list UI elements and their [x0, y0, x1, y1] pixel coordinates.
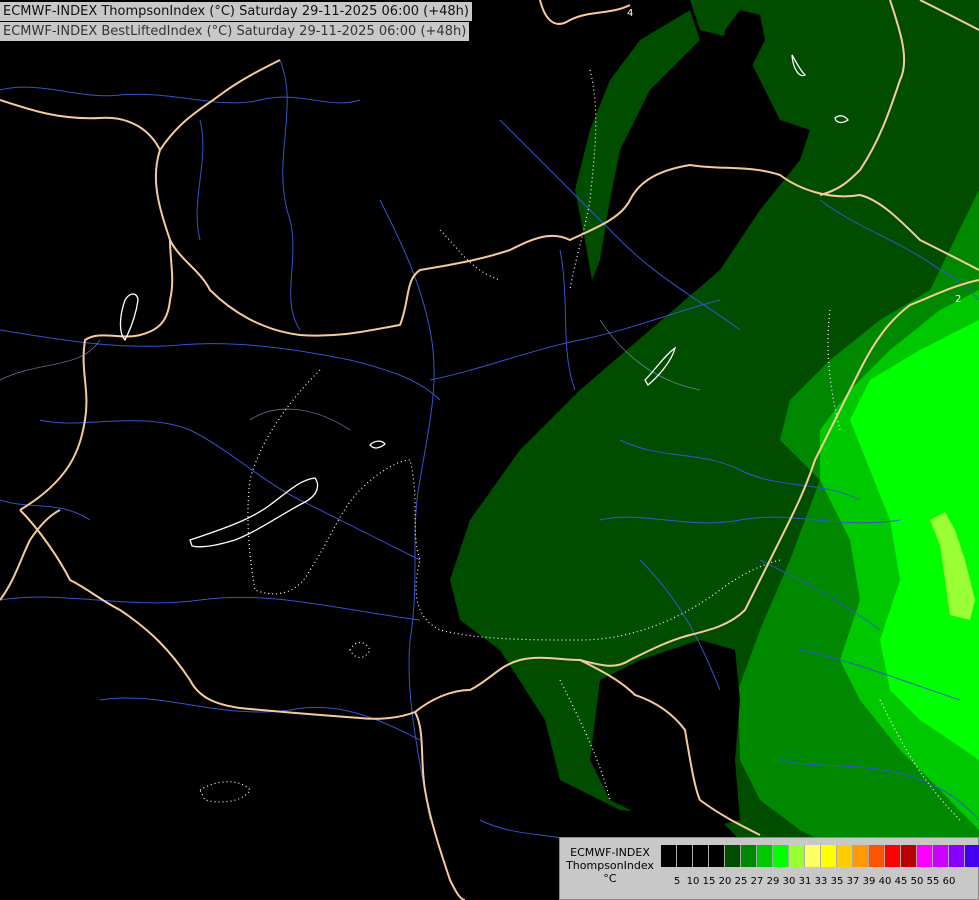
legend-swatch [869, 845, 885, 867]
legend-tick-label: 30 [782, 876, 796, 887]
legend-swatch [933, 845, 949, 867]
legend-tick-label: 37 [846, 876, 860, 887]
legend-parameter: ThompsonIndex [566, 859, 654, 872]
legend-tick-label: 10 [686, 876, 700, 887]
legend-tick-label: 50 [910, 876, 924, 887]
legend-swatch [805, 845, 821, 867]
legend-swatch [901, 845, 917, 867]
legend-tick-label: 33 [814, 876, 828, 887]
legend-tick-label: 40 [878, 876, 892, 887]
legend-swatch [741, 845, 757, 867]
legend-swatch [757, 845, 773, 867]
weather-map: 4 2 [0, 0, 979, 900]
legend-swatch [773, 845, 789, 867]
legend-swatch [677, 845, 693, 867]
contour-label-4: 4 [627, 8, 633, 19]
legend-swatch [693, 845, 709, 867]
legend-swatch [917, 845, 933, 867]
legend-tick-label: 29 [766, 876, 780, 887]
legend-tick-label: 5 [673, 876, 681, 887]
legend-tick-label: 45 [894, 876, 908, 887]
legend-swatch [821, 845, 837, 867]
legend-ticks: 5 10 15 20 25 27 29 30 31 33 35 37 39 40 45 50 55 60 [669, 876, 957, 890]
legend-swatch [789, 845, 805, 867]
legend-tick-label: 55 [926, 876, 940, 887]
legend-swatch [853, 845, 869, 867]
contour-label-2: 2 [955, 294, 961, 305]
legend-swatch [837, 845, 853, 867]
legend-swatch [885, 845, 901, 867]
legend-unit: °C [603, 872, 617, 885]
legend-tick-label: 25 [734, 876, 748, 887]
legend-tick-label: 27 [750, 876, 764, 887]
legend-swatch [965, 845, 979, 867]
map-title: ECMWF-INDEX ThompsonIndex (°C) Saturday … [0, 2, 472, 21]
legend-swatches [661, 845, 979, 867]
legend-model: ECMWF-INDEX [570, 846, 650, 859]
legend-swatch [949, 845, 965, 867]
map-subtitle: ECMWF-INDEX BestLiftedIndex (°C) Saturda… [0, 22, 470, 41]
legend-tick-label: 15 [702, 876, 716, 887]
legend-swatch [725, 845, 741, 867]
legend-swatch [661, 845, 677, 867]
legend-tick-label: 35 [830, 876, 844, 887]
legend-tick-label: 31 [798, 876, 812, 887]
legend-swatch [709, 845, 725, 867]
legend-label: ECMWF-INDEX ThompsonIndex °C [560, 846, 660, 885]
legend-tick-label: 39 [862, 876, 876, 887]
color-legend: ECMWF-INDEX ThompsonIndex °C 5 10 15 20 25 27… [559, 837, 979, 900]
legend-tick-label: 20 [718, 876, 732, 887]
legend-tick-label: 60 [942, 876, 956, 887]
